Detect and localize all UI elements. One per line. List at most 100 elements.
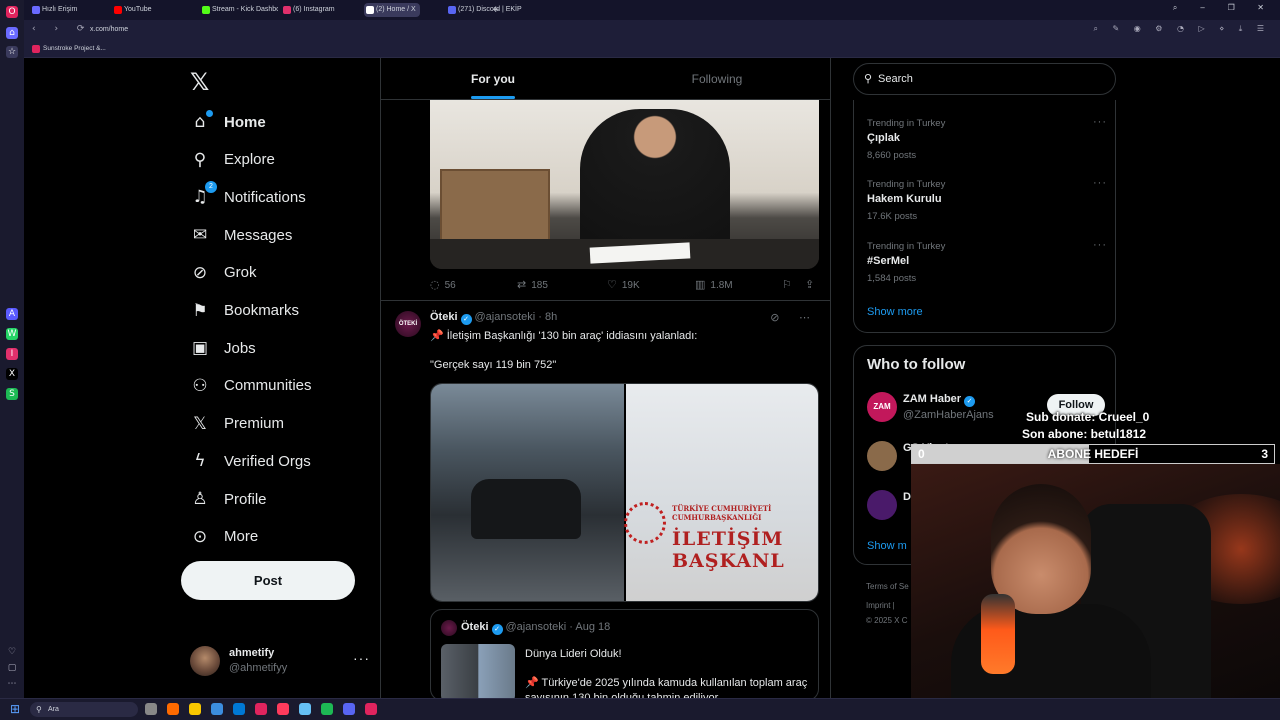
nav-item-explore[interactable]: ⚲ Explore	[190, 142, 275, 178]
trends-show-more-link[interactable]: Show more	[867, 306, 923, 318]
taskbar-app-icon[interactable]	[145, 703, 157, 715]
windows-start-icon[interactable]: ⊞	[10, 703, 22, 715]
nav-item-more[interactable]: ⊙ More	[190, 519, 258, 555]
nav-item-jobs[interactable]: ▣ Jobs	[190, 330, 256, 366]
taskbar-search-placeholder: Ara	[48, 706, 59, 713]
nav-item-grok[interactable]: ⊘ Grok	[190, 255, 257, 291]
avatar[interactable]	[867, 490, 897, 520]
box-icon[interactable]: ▢	[6, 662, 18, 674]
nav-item-communities[interactable]: ⚇ Communities	[190, 368, 311, 404]
nav-item-bookmarks[interactable]: ⚑ Bookmarks	[190, 293, 299, 329]
repost-button[interactable]: ⇄ 185	[517, 277, 548, 293]
bookmark-button[interactable]: ⚐	[782, 277, 797, 293]
x-logo-icon[interactable]: 𝕏	[190, 68, 209, 96]
x-icon[interactable]: X	[6, 368, 18, 380]
url-field[interactable]: x.com/home	[90, 23, 1090, 37]
taskbar-app-icon[interactable]	[343, 703, 355, 715]
nav-item-verified-orgs[interactable]: ϟ Verified Orgs	[190, 443, 310, 479]
tab-label: Hızlı Erişim	[42, 6, 78, 13]
avatar[interactable]: ZAM	[867, 392, 897, 422]
tweet-media-image[interactable]	[430, 99, 819, 269]
browser-nav-buttons[interactable]: ‹ › ⟳	[32, 24, 92, 34]
taskbar-app-icon[interactable]	[277, 703, 289, 715]
tweet-author-handle[interactable]: @ajansoteki	[475, 311, 536, 323]
nav-item-home[interactable]: ⌂ Home	[190, 104, 266, 140]
notification-count-badge: 2	[205, 181, 217, 194]
account-switcher[interactable]: ahmetify @ahmetifyy ···	[190, 644, 370, 680]
tweet-media-grid[interactable]: TÜRKİYE CUMHURİYETİ CUMHURBAŞKANLIĞI İLE…	[430, 383, 819, 602]
bookmark-item[interactable]: Sunstroke Project &...	[32, 43, 106, 55]
heart-icon[interactable]: ♡	[6, 646, 18, 658]
browser-tab[interactable]: Hızlı Erişim	[30, 3, 77, 17]
more-dots-icon[interactable]: ···	[1093, 177, 1107, 189]
search-box[interactable]: ⚲	[853, 63, 1116, 95]
taskbar-app-icon[interactable]	[211, 703, 223, 715]
browser-tab[interactable]: (2) Home / X	[364, 3, 420, 17]
instagram-icon[interactable]: I	[6, 348, 18, 360]
ai-icon[interactable]: A	[6, 308, 18, 320]
taskbar-app-icon[interactable]	[365, 703, 377, 715]
browser-tab[interactable]: YouTube	[112, 3, 152, 17]
nav-icon-glyph: ✉	[192, 225, 208, 246]
tweet-media-building[interactable]: TÜRKİYE CUMHURİYETİ CUMHURBAŞKANLIĞI İLE…	[624, 384, 818, 601]
tweet[interactable]: ÖTEKİ Öteki ✓ @ajansoteki · 8h ⊘ ⋯ 📌 İleti…	[381, 300, 830, 701]
like-button[interactable]: ♡ 19K	[607, 277, 640, 293]
envelope-icon: ✉	[190, 225, 210, 245]
taskbar-app-icon[interactable]	[233, 703, 245, 715]
taskbar-search[interactable]: ⚲ Ara	[30, 702, 138, 717]
footer-link-terms[interactable]: Terms of Se	[866, 582, 909, 591]
taskbar-app-icon[interactable]	[189, 703, 201, 715]
taskbar-app-icon[interactable]	[167, 703, 179, 715]
address-bar-icons[interactable]: ⌕ ✎ ◉ ⚙ ◔ ▷ ⋄ ⤓ ☰	[1093, 24, 1270, 34]
bookmark-label: Sunstroke Project &...	[43, 45, 106, 52]
more-dots-icon[interactable]: ···	[1093, 239, 1107, 251]
nav-item-profile[interactable]: ♙ Profile	[190, 481, 266, 517]
tweet-author-name[interactable]: Öteki	[430, 311, 458, 323]
search-icon: ⚲	[36, 705, 42, 714]
browser-tab[interactable]: (6) Instagram	[281, 3, 335, 17]
trend-name: #SerMel	[867, 254, 910, 267]
quote-media-thumbnail	[441, 644, 515, 700]
nav-item-notifications[interactable]: ♫ 2 Notifications	[190, 179, 306, 215]
window-controls[interactable]: ⌕ ‒ ❐ ✕	[1173, 3, 1274, 13]
reply-button[interactable]: ◌ 56	[430, 277, 456, 293]
taskbar-app-icon[interactable]	[255, 703, 267, 715]
browser-tab[interactable]: (271) Discord | EKİP	[446, 3, 522, 17]
opera-icon[interactable]: O	[6, 6, 18, 18]
avatar[interactable]: ÖTEKİ	[395, 311, 421, 337]
taskbar-app-icon[interactable]	[299, 703, 311, 715]
tweet-time[interactable]: 8h	[545, 311, 557, 323]
trend-item[interactable]: Trending in Turkey Hakem Kurulu 17.6K post…	[867, 177, 1107, 229]
post-button[interactable]: Post	[181, 561, 355, 600]
timeline: For you Following ◌ 56 ⇄ 185 ♡ 19K ▥ 1.8M ⚐ …	[380, 58, 831, 701]
who-to-follow-show-more-link[interactable]: Show m	[867, 540, 907, 552]
whatsapp-icon[interactable]: W	[6, 328, 18, 340]
trend-item[interactable]: Trending in Turkey Çıplak 8,660 posts ···	[867, 116, 1107, 168]
browser-tab[interactable]: Stream - Kick Dashboard	[200, 3, 278, 17]
more-dots-icon[interactable]: ···	[1093, 116, 1107, 128]
spotify-icon[interactable]: S	[6, 388, 18, 400]
more-icon[interactable]: ⋯	[6, 678, 18, 690]
more-dots-icon[interactable]: ···	[353, 650, 370, 666]
taskbar-app-icon[interactable]	[321, 703, 333, 715]
quoted-tweet[interactable]: Öteki ✓ @ajansoteki · Aug 18 Dünya Lideri …	[430, 609, 819, 701]
quote-time: Aug 18	[575, 621, 611, 633]
search-input[interactable]	[878, 71, 1098, 87]
views-button[interactable]: ▥ 1.8M	[695, 277, 733, 293]
suggested-account-name[interactable]: D	[903, 491, 911, 503]
suggested-account-name[interactable]: ZAM Haber ✓	[903, 393, 978, 407]
tab-for-you[interactable]: For you	[381, 58, 605, 100]
like-count: 19K	[621, 280, 640, 291]
avatar[interactable]	[867, 441, 897, 471]
star-icon[interactable]: ☆	[6, 46, 18, 58]
trend-item[interactable]: Trending in Turkey #SerMel 1,584 posts ···	[867, 239, 1107, 291]
nav-item-premium[interactable]: 𝕏 Premium	[190, 406, 284, 442]
tweet-media-cars[interactable]	[431, 384, 624, 601]
tweet-menu-icons[interactable]: ⊘ ⋯	[770, 311, 818, 324]
tab-following[interactable]: Following	[605, 58, 829, 100]
trend-context: Trending in Turkey	[867, 240, 946, 252]
share-button[interactable]: ⇪	[805, 277, 819, 293]
home-icon[interactable]: ⌂	[6, 27, 18, 39]
footer-link-imprint[interactable]: Imprint |	[866, 601, 895, 610]
nav-item-messages[interactable]: ✉ Messages	[190, 217, 293, 253]
